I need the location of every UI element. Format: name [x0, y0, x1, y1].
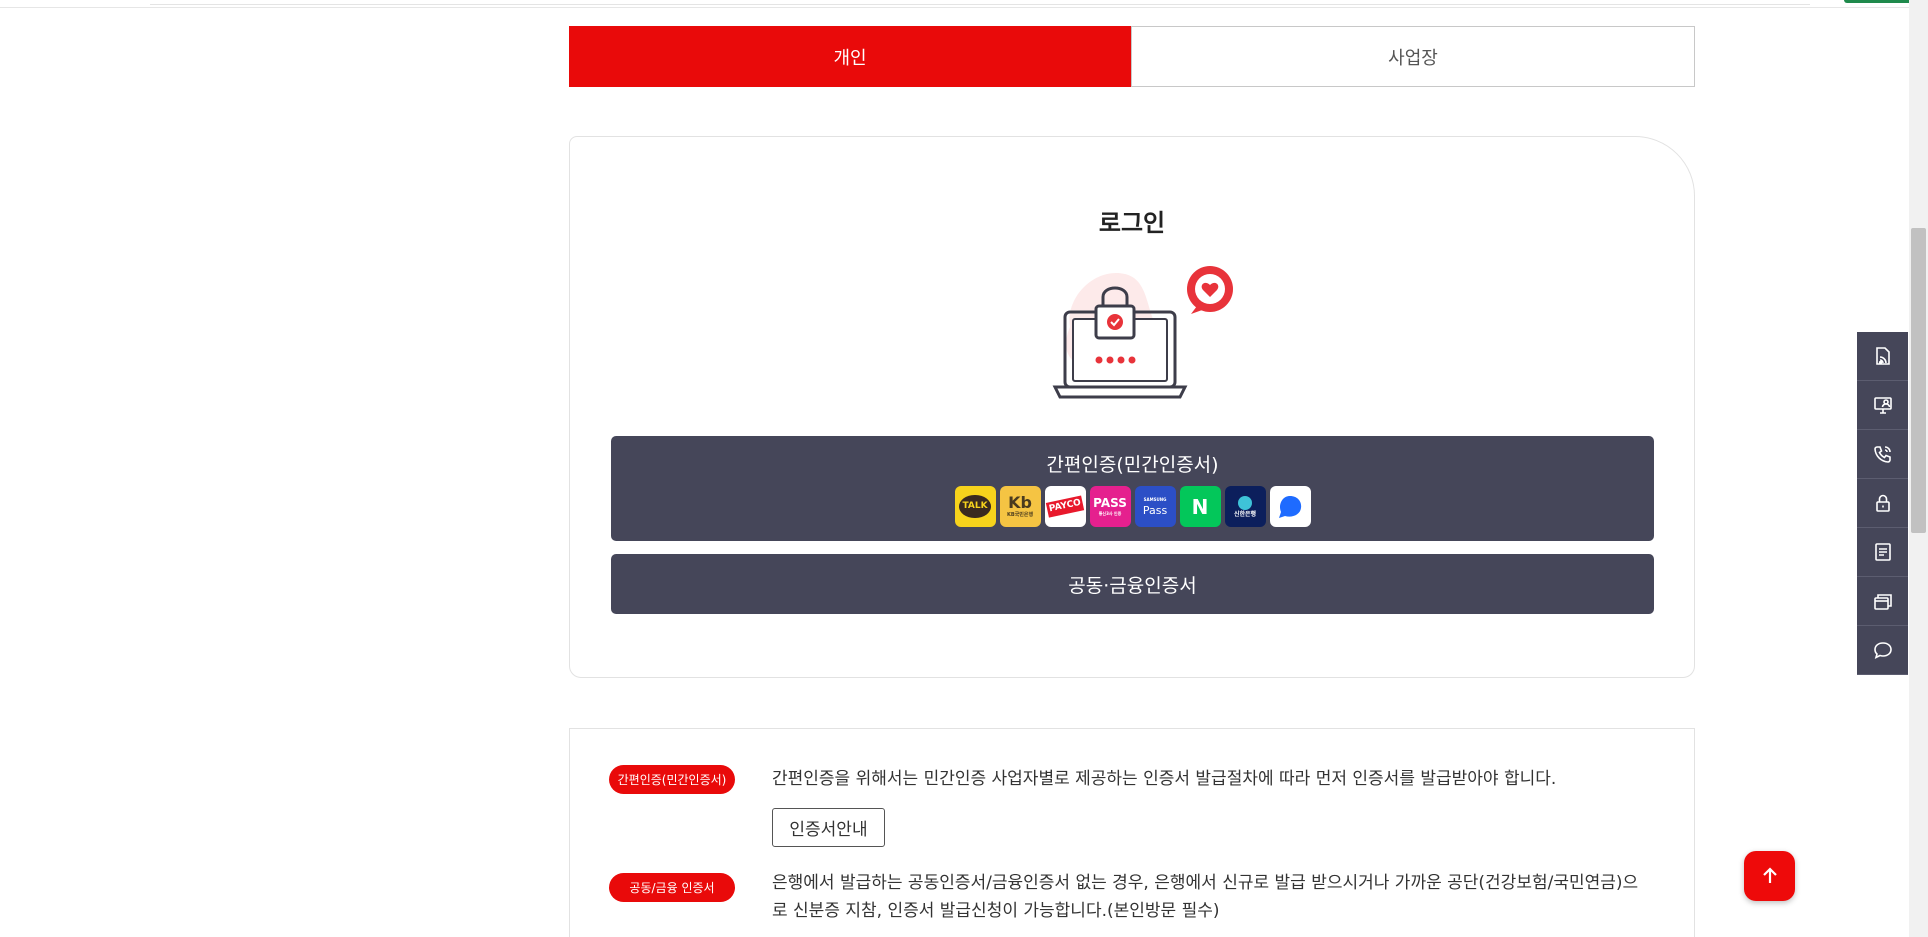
tab-personal[interactable]: 개인	[569, 26, 1131, 87]
joint-cert-description: 은행에서 발급하는 공동인증서/금융인증서 없는 경우, 은행에서 신규로 발급…	[772, 873, 1639, 921]
kb-bank-icon: Kb KB국민은행	[999, 486, 1041, 527]
tab-business[interactable]: 사업장	[1131, 26, 1695, 87]
samsung-pass-icon: SAMSUNG Pass	[1134, 486, 1176, 527]
login-card: 로그인 간편인증(민간인증서) TALK Kb KB국민은행 PAYCO PASS…	[569, 136, 1695, 678]
quick-menu	[1857, 332, 1908, 675]
cards-icon[interactable]	[1857, 577, 1908, 626]
cert-guide-button[interactable]: 인증서안내	[772, 808, 885, 847]
arrow-up-icon	[1762, 867, 1777, 883]
kakao-talk-icon: TALK	[954, 486, 996, 527]
auth-provider-list: TALK Kb KB국민은행 PAYCO PASS 통신3사 인증 SAMSUNG P…	[611, 486, 1654, 527]
toss-icon	[1269, 486, 1311, 527]
shinhan-bank-icon: 신한은행	[1224, 486, 1266, 527]
pass-icon: PASS 통신3사 인증	[1089, 486, 1131, 527]
simple-auth-button[interactable]: 간편인증(민간인증서) TALK Kb KB국민은행 PAYCO PASS 통신3사…	[611, 436, 1654, 541]
phone-icon[interactable]	[1857, 430, 1908, 479]
simple-auth-badge: 간편인증(민간인증서)	[609, 765, 735, 794]
info-box: 간편인증(민간인증서) 간편인증을 위해서는 민간인증 사업자별로 제공하는 인…	[569, 728, 1695, 937]
lock-icon[interactable]	[1857, 479, 1908, 528]
monitor-person-icon[interactable]	[1857, 381, 1908, 430]
laptop-lock-illustration	[1052, 266, 1233, 399]
simple-auth-description: 간편인증을 위해서는 민간인증 사업자별로 제공하는 인증서 발급절차에 따라 …	[772, 769, 1557, 789]
login-title: 로그인	[1098, 209, 1166, 237]
list-document-icon[interactable]	[1857, 528, 1908, 577]
browser-top-strip	[0, 0, 1928, 8]
payco-icon: PAYCO	[1044, 486, 1086, 527]
scroll-to-top-button[interactable]	[1744, 851, 1795, 901]
joint-cert-badge: 공동/금융 인증서	[609, 873, 735, 902]
scrollbar-thumb[interactable]	[1911, 228, 1926, 533]
joint-financial-cert-button[interactable]: 공동·금융인증서	[611, 554, 1654, 614]
user-type-tabs: 개인 사업장	[569, 26, 1695, 87]
document-wifi-icon[interactable]	[1857, 332, 1908, 381]
address-bar-edge	[150, 0, 1810, 5]
chat-bubble-icon[interactable]	[1857, 626, 1908, 675]
simple-auth-label: 간편인증(민간인증서)	[1046, 454, 1219, 476]
naver-icon: N	[1179, 486, 1221, 527]
